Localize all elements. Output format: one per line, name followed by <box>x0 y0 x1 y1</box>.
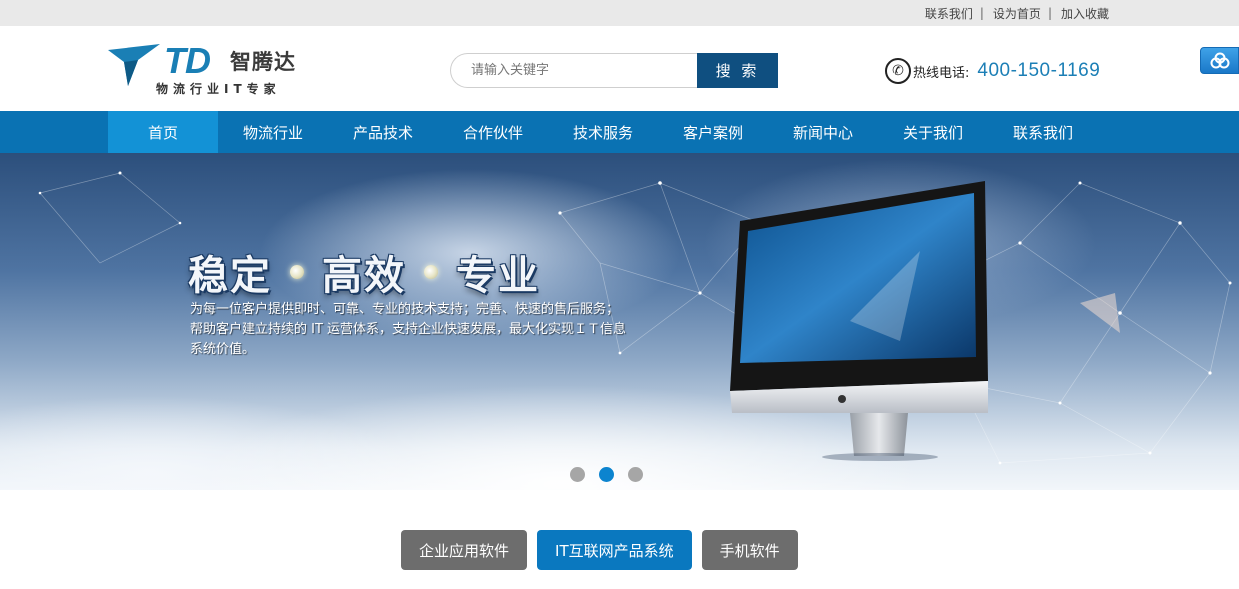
nav-item-home[interactable]: 首页 <box>108 111 218 153</box>
nav-item-about[interactable]: 关于我们 <box>878 111 988 153</box>
tab-mobile-software[interactable]: 手机软件 <box>701 530 798 570</box>
slogan-word: 专业 <box>456 253 540 299</box>
separator: | <box>979 6 984 20</box>
banner-description: 为每一位客户提供即时、可靠、专业的技术支持；完善、快速的售后服务；帮助客户建立持… <box>190 302 627 357</box>
nav-item-partners[interactable]: 合作伙伴 <box>438 111 548 153</box>
nav-item-services[interactable]: 技术服务 <box>548 111 658 153</box>
site-header: TD 智腾达 物流行业IT专家 搜 索 ✆ 热线电话: 400-150-1169 <box>0 26 1239 111</box>
nav-item-cases[interactable]: 客户案例 <box>658 111 768 153</box>
search-box: 搜 索 <box>450 53 778 88</box>
search-button[interactable]: 搜 索 <box>697 53 778 88</box>
tab-enterprise-software[interactable]: 企业应用软件 <box>401 530 528 570</box>
carousel-dot-1[interactable] <box>570 467 585 482</box>
logo-mark: TD <box>164 40 211 81</box>
monitor-image <box>730 181 988 461</box>
slogan-word: 高效 <box>322 253 406 299</box>
hero-banner: 稳定 高效 专业 为每一位客户提供即时、可靠、专业的技术支持；完善、快速的售后服… <box>0 153 1239 490</box>
top-utility-bar: 联系我们 | 设为首页 | 加入收藏 <box>0 0 1239 26</box>
top-links: 联系我们 | 设为首页 | 加入收藏 <box>925 0 1109 26</box>
hotline-number: 400-150-1169 <box>977 60 1101 81</box>
carousel-dot-3[interactable] <box>628 467 643 482</box>
nav-item-products[interactable]: 产品技术 <box>328 111 438 153</box>
share-cloud-icon[interactable] <box>1200 47 1239 74</box>
contact-us-link[interactable]: 联系我们 <box>925 5 973 22</box>
slogan-dot <box>290 265 304 279</box>
phone-icon: ✆ <box>885 58 911 84</box>
logo-brand: 智腾达 <box>230 50 296 74</box>
hotline-label: 热线电话: <box>913 65 970 81</box>
carousel-dot-2[interactable] <box>599 467 614 482</box>
nav-item-news[interactable]: 新闻中心 <box>768 111 878 153</box>
banner-slogan: 稳定 高效 专业 <box>188 243 540 301</box>
separator: | <box>1047 6 1052 20</box>
tab-it-internet-systems[interactable]: IT互联网产品系统 <box>537 530 692 570</box>
add-favorite-link[interactable]: 加入收藏 <box>1061 5 1109 22</box>
slogan-dot <box>424 265 438 279</box>
main-nav: 首页 物流行业 产品技术 合作伙伴 技术服务 客户案例 新闻中心 关于我们 联系… <box>0 111 1239 153</box>
slogan-word: 稳定 <box>188 253 272 299</box>
product-tabs: 企业应用软件 IT互联网产品系统 手机软件 <box>401 530 798 570</box>
hotline: ✆ 热线电话: 400-150-1169 <box>885 57 1100 85</box>
nav-item-logistics[interactable]: 物流行业 <box>218 111 328 153</box>
nav-item-contact[interactable]: 联系我们 <box>988 111 1098 153</box>
set-homepage-link[interactable]: 设为首页 <box>993 5 1041 22</box>
logo-tagline: 物流行业IT专家 <box>156 82 281 96</box>
search-input[interactable] <box>450 53 697 88</box>
site-logo[interactable]: TD 智腾达 物流行业IT专家 <box>108 40 308 98</box>
carousel-indicators <box>570 467 643 482</box>
